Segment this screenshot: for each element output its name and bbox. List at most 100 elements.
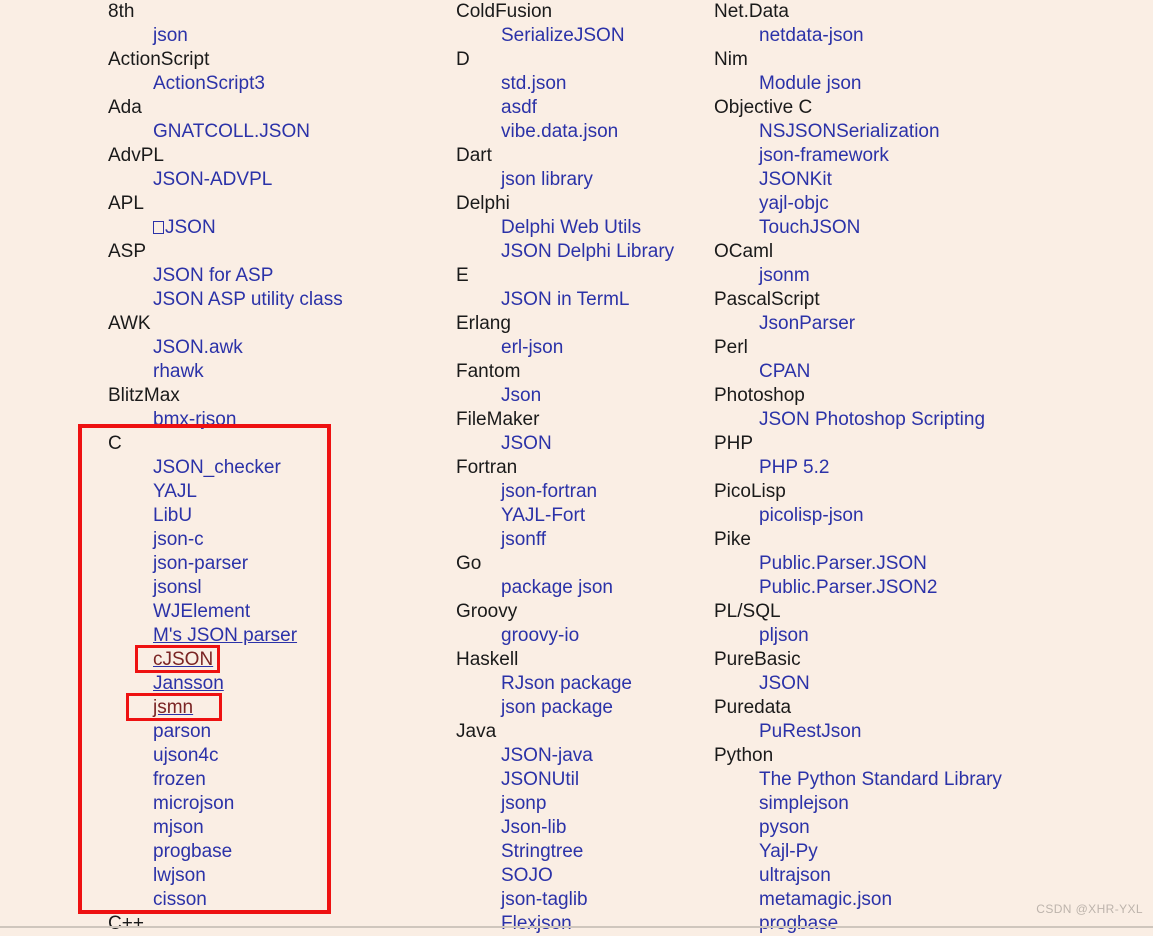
library-link[interactable]: json-taglib — [456, 888, 706, 912]
library-link[interactable]: json package — [456, 696, 706, 720]
library-link[interactable]: bmx-rjson — [108, 408, 438, 432]
library-link[interactable]: pyson — [714, 816, 1044, 840]
library-link[interactable]: Stringtree — [456, 840, 706, 864]
library-link[interactable]: progbase — [714, 912, 1044, 936]
library-label: JsonParser — [759, 313, 856, 334]
library-link[interactable]: Module json — [714, 72, 1044, 96]
library-link[interactable]: jsonm — [714, 264, 1044, 288]
library-link[interactable]: simplejson — [714, 792, 1044, 816]
library-link[interactable]: netdata-json — [714, 24, 1044, 48]
library-link[interactable]: TouchJSON — [714, 216, 1044, 240]
library-link[interactable]: JSON_checker — [108, 456, 438, 480]
library-link[interactable]: picolisp-json — [714, 504, 1044, 528]
library-link[interactable]: YAJL-Fort — [456, 504, 706, 528]
library-link[interactable]: ultrajson — [714, 864, 1044, 888]
library-link[interactable]: Flexjson — [456, 912, 706, 936]
library-label: json-parser — [153, 553, 249, 574]
library-link[interactable]: ActionScript3 — [108, 72, 438, 96]
library-link[interactable]: Json-lib — [456, 816, 706, 840]
library-label: parson — [153, 721, 212, 742]
library-link[interactable]: std.json — [456, 72, 706, 96]
language-label: Objective C — [714, 97, 813, 118]
library-link[interactable]: SOJO — [456, 864, 706, 888]
library-link[interactable]: json-parser — [108, 552, 438, 576]
library-link[interactable]: jsonsl — [108, 576, 438, 600]
library-link[interactable]: CPAN — [714, 360, 1044, 384]
library-link[interactable]: ujson4c — [108, 744, 438, 768]
library-link[interactable]: cJSON — [108, 648, 438, 672]
library-link[interactable]: parson — [108, 720, 438, 744]
library-link[interactable]: JSON — [108, 216, 438, 240]
library-link[interactable]: asdf — [456, 96, 706, 120]
library-link[interactable]: LibU — [108, 504, 438, 528]
library-link[interactable]: GNATCOLL.JSON — [108, 120, 438, 144]
library-label: yajl-objc — [759, 193, 829, 214]
library-link[interactable]: JSON for ASP — [108, 264, 438, 288]
library-link[interactable]: pljson — [714, 624, 1044, 648]
library-label: ultrajson — [759, 865, 831, 886]
library-link[interactable]: JSON.awk — [108, 336, 438, 360]
library-link[interactable]: Public.Parser.JSON — [714, 552, 1044, 576]
library-link[interactable]: json library — [456, 168, 706, 192]
library-label: progbase — [153, 841, 233, 862]
library-link[interactable]: yajl-objc — [714, 192, 1044, 216]
library-link[interactable]: json-framework — [714, 144, 1044, 168]
library-link[interactable]: jsonff — [456, 528, 706, 552]
language-label: Python — [714, 745, 774, 766]
library-link[interactable]: progbase — [108, 840, 438, 864]
library-link[interactable]: frozen — [108, 768, 438, 792]
library-link[interactable]: jsonp — [456, 792, 706, 816]
library-link[interactable]: YAJL — [108, 480, 438, 504]
language-heading: ASP — [108, 240, 438, 264]
library-label: SOJO — [501, 865, 553, 886]
library-link[interactable]: PHP 5.2 — [714, 456, 1044, 480]
library-link[interactable]: groovy-io — [456, 624, 706, 648]
library-label: mjson — [153, 817, 204, 838]
library-label: JSON — [759, 673, 810, 694]
library-link[interactable]: JSONUtil — [456, 768, 706, 792]
library-link[interactable]: JSON-java — [456, 744, 706, 768]
library-link[interactable]: cisson — [108, 888, 438, 912]
library-link[interactable]: jsmn — [108, 696, 438, 720]
library-link[interactable]: json-fortran — [456, 480, 706, 504]
language-label: 8th — [108, 1, 135, 22]
library-link[interactable]: Delphi Web Utils — [456, 216, 706, 240]
library-link[interactable]: NSJSONSerialization — [714, 120, 1044, 144]
library-link[interactable]: metamagic.json — [714, 888, 1044, 912]
library-link[interactable]: Jansson — [108, 672, 438, 696]
library-link[interactable]: SerializeJSON — [456, 24, 706, 48]
library-link[interactable]: RJson package — [456, 672, 706, 696]
library-link[interactable]: Json — [456, 384, 706, 408]
library-link[interactable]: PuRestJson — [714, 720, 1044, 744]
library-label: jsonp — [501, 793, 547, 814]
library-link[interactable]: The Python Standard Library — [714, 768, 1044, 792]
library-link[interactable]: JSON-ADVPL — [108, 168, 438, 192]
language-label: C++ — [108, 913, 144, 934]
library-link[interactable]: WJElement — [108, 600, 438, 624]
library-link[interactable]: JSON ASP utility class — [108, 288, 438, 312]
library-link[interactable]: Public.Parser.JSON2 — [714, 576, 1044, 600]
library-link[interactable]: erl-json — [456, 336, 706, 360]
library-link[interactable]: JSON — [456, 432, 706, 456]
library-link[interactable]: JSON — [714, 672, 1044, 696]
library-label: JSON Delphi Library — [501, 241, 675, 262]
library-link[interactable]: package json — [456, 576, 706, 600]
library-link[interactable]: JSON Photoshop Scripting — [714, 408, 1044, 432]
library-link[interactable]: JSONKit — [714, 168, 1044, 192]
library-link[interactable]: JSON Delphi Library — [456, 240, 706, 264]
library-label: GNATCOLL.JSON — [153, 121, 310, 142]
library-link[interactable]: mjson — [108, 816, 438, 840]
library-label: Public.Parser.JSON — [759, 553, 927, 574]
library-link[interactable]: json-c — [108, 528, 438, 552]
library-link[interactable]: vibe.data.json — [456, 120, 706, 144]
library-link[interactable]: M's JSON parser — [108, 624, 438, 648]
library-link[interactable]: rhawk — [108, 360, 438, 384]
library-link[interactable]: Yajl-Py — [714, 840, 1044, 864]
library-link[interactable]: JSON in TermL — [456, 288, 706, 312]
library-link[interactable]: lwjson — [108, 864, 438, 888]
language-label: Ada — [108, 97, 142, 118]
library-link[interactable]: microjson — [108, 792, 438, 816]
language-heading: Ada — [108, 96, 438, 120]
library-link[interactable]: json — [108, 24, 438, 48]
library-link[interactable]: JsonParser — [714, 312, 1044, 336]
